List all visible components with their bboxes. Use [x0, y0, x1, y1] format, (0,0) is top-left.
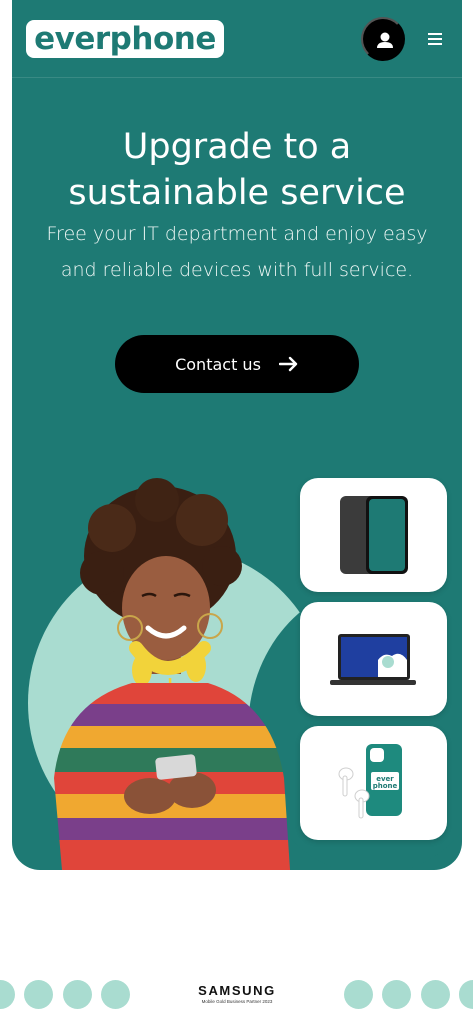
- title-line-1: Upgrade to a: [122, 127, 352, 167]
- decorative-dot: [63, 980, 92, 1009]
- samsung-logo: SAMSUNG: [198, 983, 276, 998]
- earbuds-and-phone-case-icon: ever phone: [338, 744, 402, 819]
- laptop-card[interactable]: [300, 602, 447, 716]
- hamburger-menu-icon[interactable]: [424, 30, 446, 48]
- decorative-dot: [382, 980, 411, 1009]
- smartphone-card[interactable]: [300, 478, 447, 592]
- page-title: Upgrade to a sustainable service: [12, 124, 462, 216]
- decorative-dot: [101, 980, 130, 1009]
- top-navigation: everphone: [12, 0, 462, 78]
- woman-with-smartphone-image: [54, 478, 290, 870]
- decorative-dot: [421, 980, 450, 1009]
- decorative-dot: [344, 980, 373, 1009]
- title-line-2: sustainable service: [68, 173, 406, 213]
- contact-us-button[interactable]: Contact us: [115, 335, 359, 393]
- account-button[interactable]: [361, 17, 405, 61]
- accessories-card[interactable]: ever phone: [300, 726, 447, 840]
- decorative-dot: [0, 980, 15, 1009]
- hero-section: everphone Upgrade to a sustainable servi…: [12, 0, 462, 870]
- user-icon: [377, 32, 393, 48]
- everphone-logo[interactable]: everphone: [26, 20, 224, 58]
- arrow-right-icon: [278, 356, 298, 372]
- case-logo-line-2: phone: [373, 782, 398, 790]
- samsung-partner-badge: SAMSUNG Mobile Gold Business Partner 202…: [188, 983, 286, 1004]
- contact-us-label: Contact us: [175, 354, 261, 374]
- smartphone-icon: [340, 496, 408, 574]
- subtitle-line-1: Free your IT department and enjoy easy: [46, 223, 428, 245]
- laptop-icon: [330, 634, 416, 685]
- partner-tagline: Mobile Gold Business Partner 2023: [201, 999, 273, 1004]
- decorative-dot: [459, 980, 473, 1009]
- subtitle-line-2: and reliable devices with full service.: [60, 259, 414, 281]
- decorative-dot: [24, 980, 53, 1009]
- hero-subtitle: Free your IT department and enjoy easy a…: [42, 216, 432, 288]
